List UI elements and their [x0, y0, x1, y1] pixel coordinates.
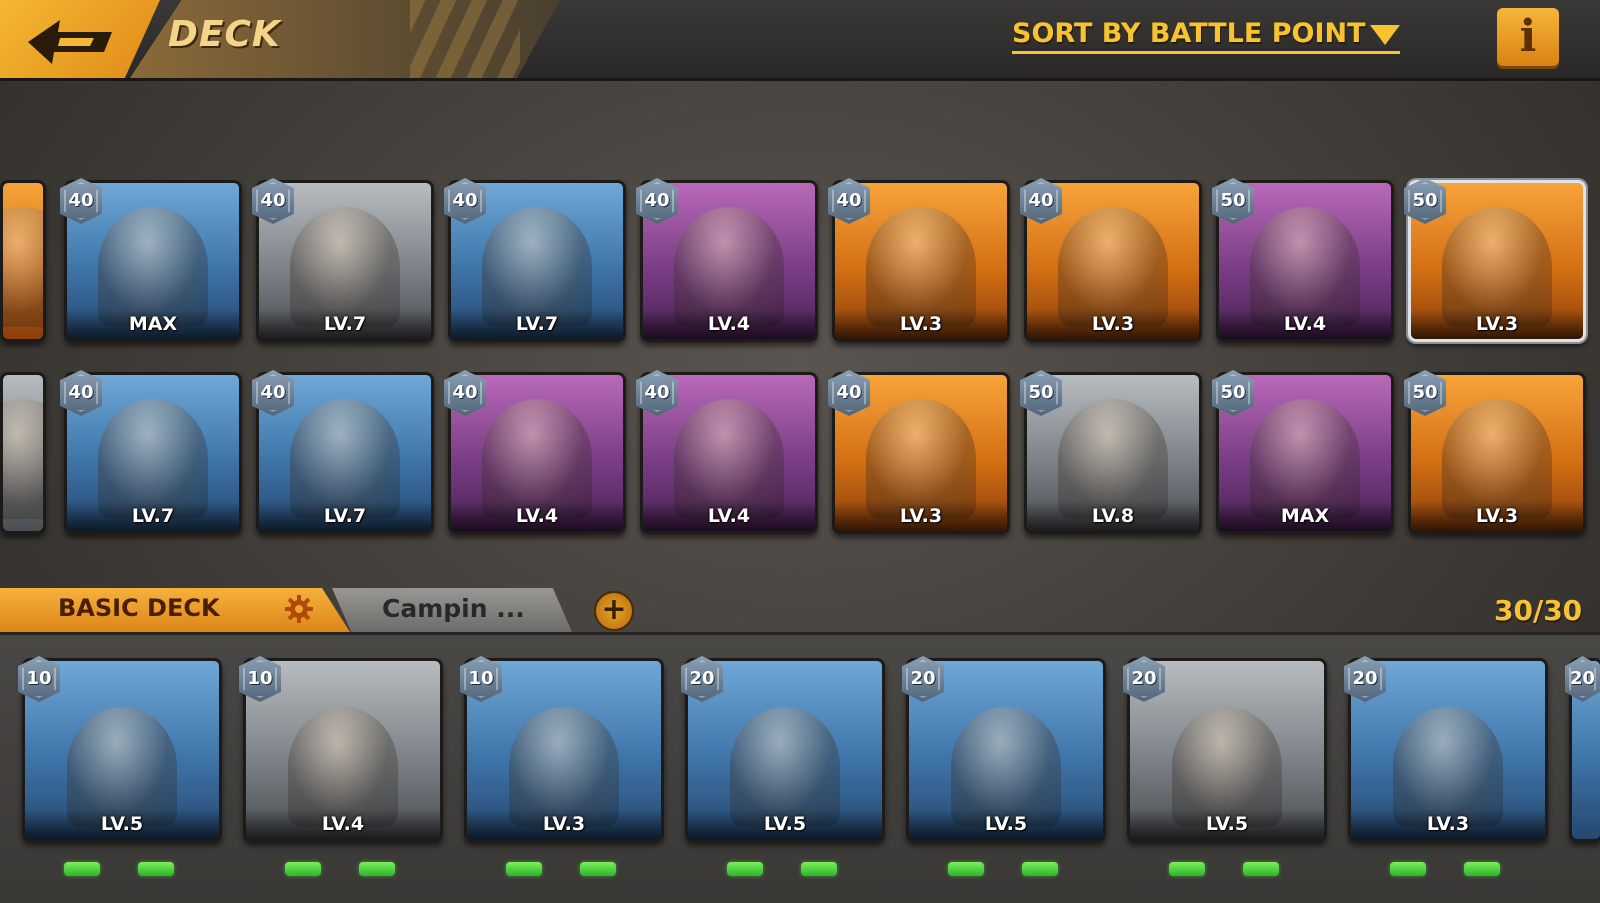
unit-level: LV.3	[1091, 313, 1135, 335]
add-deck-button[interactable]: +	[594, 591, 634, 631]
unit-level: LV.7	[131, 505, 175, 527]
pip	[285, 862, 321, 876]
unit-level: LV.5	[100, 813, 144, 835]
upgrade-pips	[261, 862, 421, 876]
unit-level: LV.8	[1091, 505, 1135, 527]
unit-level: LV.4	[707, 313, 751, 335]
pip	[138, 862, 174, 876]
unit-card-partial[interactable]	[0, 372, 46, 534]
unit-portrait	[3, 399, 43, 519]
deck-count: 30/30	[1494, 594, 1583, 627]
unit-level: LV.4	[1283, 313, 1327, 335]
unit-level: LV.4	[321, 813, 365, 835]
decorative-stripes	[410, 0, 520, 78]
unit-level: LV.5	[984, 813, 1028, 835]
unit-level: LV.7	[515, 313, 559, 335]
pip	[506, 862, 542, 876]
pip	[1022, 862, 1058, 876]
page-title: DECK	[168, 14, 281, 55]
unit-level: MAX	[128, 313, 178, 335]
unit-level: LV.3	[542, 813, 586, 835]
pip	[801, 862, 837, 876]
unit-level: LV.3	[899, 505, 943, 527]
sort-label: SORT BY BATTLE POINT	[1012, 18, 1366, 49]
unit-level: LV.3	[1475, 313, 1519, 335]
unit-level: LV.7	[323, 313, 367, 335]
pip	[1390, 862, 1426, 876]
upgrade-pips	[1145, 862, 1305, 876]
unit-level: LV.5	[763, 813, 807, 835]
upgrade-pips	[924, 862, 1084, 876]
upgrade-pips	[482, 862, 642, 876]
pip	[1169, 862, 1205, 876]
unit-level: LV.4	[707, 505, 751, 527]
pip	[1243, 862, 1279, 876]
unit-portrait	[3, 207, 43, 327]
upgrade-pips	[703, 862, 863, 876]
tab-campaign-deck-label: Campin ...	[382, 594, 525, 623]
info-button[interactable]: i	[1497, 8, 1559, 66]
unit-level: LV.3	[899, 313, 943, 335]
unit-level: LV.3	[1475, 505, 1519, 527]
tab-basic-deck-label: BASIC DECK	[58, 594, 220, 622]
pip	[359, 862, 395, 876]
pip	[580, 862, 616, 876]
unit-card-partial[interactable]	[0, 180, 46, 342]
gear-icon[interactable]	[284, 594, 314, 624]
unit-level: MAX	[1280, 505, 1330, 527]
chevron-down-icon	[1369, 24, 1400, 45]
upgrade-pips	[1366, 862, 1526, 876]
pip	[1464, 862, 1500, 876]
pip	[64, 862, 100, 876]
unit-level: LV.7	[323, 505, 367, 527]
back-arrow-icon	[28, 20, 112, 64]
upgrade-pips	[40, 862, 200, 876]
unit-level: LV.3	[1426, 813, 1470, 835]
unit-level: LV.4	[515, 505, 559, 527]
pip	[948, 862, 984, 876]
unit-level: LV.5	[1205, 813, 1249, 835]
sort-dropdown[interactable]: SORT BY BATTLE POINT	[1012, 18, 1400, 54]
pip	[727, 862, 763, 876]
